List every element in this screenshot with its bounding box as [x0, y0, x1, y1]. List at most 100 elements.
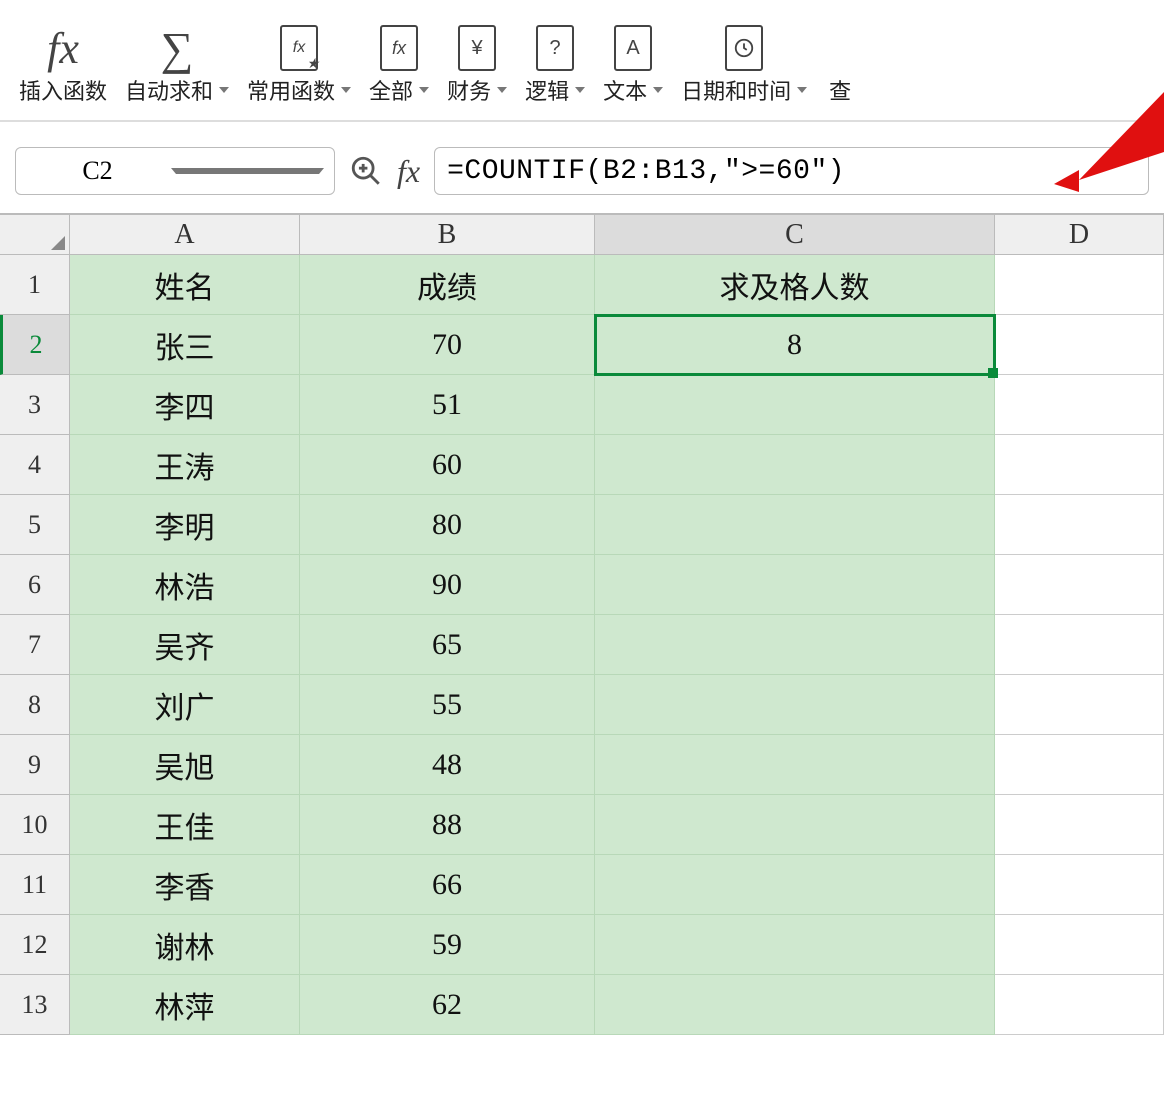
row-header-5[interactable]: 5	[0, 495, 70, 555]
select-all-corner[interactable]	[0, 215, 70, 255]
cell-B12[interactable]: 59	[300, 915, 595, 975]
table-row: 1 姓名 成绩 求及格人数	[0, 255, 1164, 315]
cell-B2[interactable]: 70	[300, 315, 595, 375]
cell-D12[interactable]	[995, 915, 1164, 975]
row-header-10[interactable]: 10	[0, 795, 70, 855]
common-functions-button[interactable]: fx ★ 常用函数	[243, 20, 355, 108]
star-fn-icon: fx ★	[280, 22, 318, 74]
table-row: 9 吴旭 48	[0, 735, 1164, 795]
datetime-button[interactable]: 日期和时间	[677, 20, 811, 108]
table-row: 2 张三 70 8	[0, 315, 1164, 375]
cell-A1[interactable]: 姓名	[70, 255, 300, 315]
cell-A10[interactable]: 王佳	[70, 795, 300, 855]
cell-C11[interactable]	[595, 855, 995, 915]
cell-B6[interactable]: 90	[300, 555, 595, 615]
row-header-6[interactable]: 6	[0, 555, 70, 615]
cell-A11[interactable]: 李香	[70, 855, 300, 915]
table-row: 4 王涛 60	[0, 435, 1164, 495]
table-row: 13 林萍 62	[0, 975, 1164, 1035]
row-header-11[interactable]: 11	[0, 855, 70, 915]
table-row: 12 谢林 59	[0, 915, 1164, 975]
cell-D1[interactable]	[995, 255, 1164, 315]
chevron-down-icon	[653, 87, 663, 93]
cell-C13[interactable]	[595, 975, 995, 1035]
cell-D9[interactable]	[995, 735, 1164, 795]
cell-C5[interactable]	[595, 495, 995, 555]
cell-B9[interactable]: 48	[300, 735, 595, 795]
lookup-button-partial[interactable]: 查	[825, 20, 855, 108]
column-headers: A B C D	[0, 215, 1164, 255]
cell-C8[interactable]	[595, 675, 995, 735]
logical-button[interactable]: ? 逻辑	[521, 20, 589, 108]
financial-button[interactable]: ¥ 财务	[443, 20, 511, 108]
cell-D11[interactable]	[995, 855, 1164, 915]
column-header-c[interactable]: C	[595, 215, 995, 255]
name-box[interactable]: C2	[15, 147, 335, 195]
cell-B7[interactable]: 65	[300, 615, 595, 675]
cell-D5[interactable]	[995, 495, 1164, 555]
table-row: 5 李明 80	[0, 495, 1164, 555]
cell-C7[interactable]	[595, 615, 995, 675]
cell-A2[interactable]: 张三	[70, 315, 300, 375]
cell-D7[interactable]	[995, 615, 1164, 675]
yen-icon: ¥	[458, 22, 496, 74]
fx-icon: fx	[47, 22, 79, 74]
clock-icon	[725, 22, 763, 74]
cell-A12[interactable]: 谢林	[70, 915, 300, 975]
fx-icon[interactable]: fx	[397, 153, 420, 190]
cell-B10[interactable]: 88	[300, 795, 595, 855]
cell-B1[interactable]: 成绩	[300, 255, 595, 315]
formula-text: =COUNTIF(B2:B13,">=60")	[447, 156, 845, 187]
cell-B11[interactable]: 66	[300, 855, 595, 915]
cell-A13[interactable]: 林萍	[70, 975, 300, 1035]
cell-B8[interactable]: 55	[300, 675, 595, 735]
cell-A7[interactable]: 吴齐	[70, 615, 300, 675]
cell-D3[interactable]	[995, 375, 1164, 435]
cell-C6[interactable]	[595, 555, 995, 615]
row-header-2[interactable]: 2	[0, 315, 70, 375]
cell-D2[interactable]	[995, 315, 1164, 375]
cell-C9[interactable]	[595, 735, 995, 795]
cell-C12[interactable]	[595, 915, 995, 975]
cell-D8[interactable]	[995, 675, 1164, 735]
cell-A6[interactable]: 林浩	[70, 555, 300, 615]
zoom-search-icon[interactable]	[349, 154, 383, 188]
column-header-d[interactable]: D	[995, 215, 1164, 255]
cell-A9[interactable]: 吴旭	[70, 735, 300, 795]
cell-C1[interactable]: 求及格人数	[595, 255, 995, 315]
cell-A3[interactable]: 李四	[70, 375, 300, 435]
all-functions-button[interactable]: fx 全部	[365, 20, 433, 108]
row-header-4[interactable]: 4	[0, 435, 70, 495]
cell-D4[interactable]	[995, 435, 1164, 495]
column-header-a[interactable]: A	[70, 215, 300, 255]
autosum-button[interactable]: ∑ 自动求和	[121, 20, 233, 108]
row-header-3[interactable]: 3	[0, 375, 70, 435]
cell-B3[interactable]: 51	[300, 375, 595, 435]
insert-function-button[interactable]: fx 插入函数	[15, 20, 111, 108]
column-header-b[interactable]: B	[300, 215, 595, 255]
row-header-7[interactable]: 7	[0, 615, 70, 675]
all-fn-icon: fx	[380, 22, 418, 74]
cell-D6[interactable]	[995, 555, 1164, 615]
cell-C10[interactable]	[595, 795, 995, 855]
row-header-1[interactable]: 1	[0, 255, 70, 315]
cell-A4[interactable]: 王涛	[70, 435, 300, 495]
row-header-9[interactable]: 9	[0, 735, 70, 795]
cell-C2[interactable]: 8	[595, 315, 995, 375]
cell-C3[interactable]	[595, 375, 995, 435]
cell-B5[interactable]: 80	[300, 495, 595, 555]
cell-A5[interactable]: 李明	[70, 495, 300, 555]
cell-D10[interactable]	[995, 795, 1164, 855]
cell-B4[interactable]: 60	[300, 435, 595, 495]
row-header-12[interactable]: 12	[0, 915, 70, 975]
chevron-down-icon	[219, 87, 229, 93]
cell-B13[interactable]: 62	[300, 975, 595, 1035]
row-header-8[interactable]: 8	[0, 675, 70, 735]
cell-C4[interactable]	[595, 435, 995, 495]
formula-bar[interactable]: =COUNTIF(B2:B13,">=60")	[434, 147, 1149, 195]
row-header-13[interactable]: 13	[0, 975, 70, 1035]
cell-A8[interactable]: 刘广	[70, 675, 300, 735]
table-row: 8 刘广 55	[0, 675, 1164, 735]
text-button[interactable]: A 文本	[599, 20, 667, 108]
cell-D13[interactable]	[995, 975, 1164, 1035]
